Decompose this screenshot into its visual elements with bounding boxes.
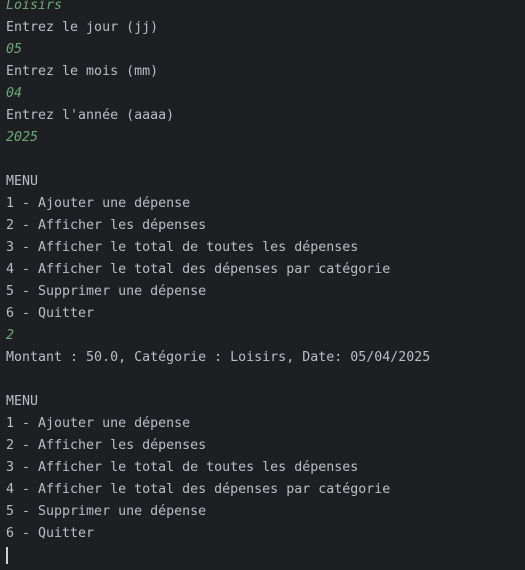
menu-option-delete: 5 - Supprimer une dépense: [6, 504, 207, 519]
text-cursor: [6, 546, 8, 564]
expense-record-line: Montant : 50.0, Catégorie : Loisirs, Dat…: [6, 350, 431, 365]
console-output-line: Entrez le mois (mm): [6, 64, 159, 79]
run-console[interactable]: Loisirs Entrez le jour (jj) 05 Entrez le…: [0, 0, 525, 565]
console-output-line: Entrez le jour (jj): [6, 20, 159, 35]
console-input-line: 04: [6, 86, 23, 101]
console-input-line: Loisirs: [6, 0, 63, 13]
menu-title: MENU: [6, 174, 39, 189]
menu-option-quit: 6 - Quitter: [6, 306, 95, 321]
menu-title: MENU: [6, 394, 39, 409]
console-input-line: 05: [6, 42, 23, 57]
menu-option-total: 3 - Afficher le total de toutes les dépe…: [6, 460, 359, 475]
menu-option-total-by-category: 4 - Afficher le total des dépenses par c…: [6, 262, 391, 277]
console-output-line: Entrez l'année (aaaa): [6, 108, 175, 123]
menu-option-total: 3 - Afficher le total de toutes les dépe…: [6, 240, 359, 255]
menu-option-delete: 5 - Supprimer une dépense: [6, 284, 207, 299]
console-input-line: 2: [6, 328, 15, 343]
menu-option-quit: 6 - Quitter: [6, 526, 95, 541]
console-input-prompt[interactable]: [6, 545, 525, 567]
menu-option-total-by-category: 4 - Afficher le total des dépenses par c…: [6, 482, 391, 497]
menu-option-list: 2 - Afficher les dépenses: [6, 438, 207, 453]
menu-option-list: 2 - Afficher les dépenses: [6, 218, 207, 233]
menu-option-add: 1 - Ajouter une dépense: [6, 196, 191, 211]
menu-option-add: 1 - Ajouter une dépense: [6, 416, 191, 431]
console-input-line: 2025: [6, 130, 39, 145]
